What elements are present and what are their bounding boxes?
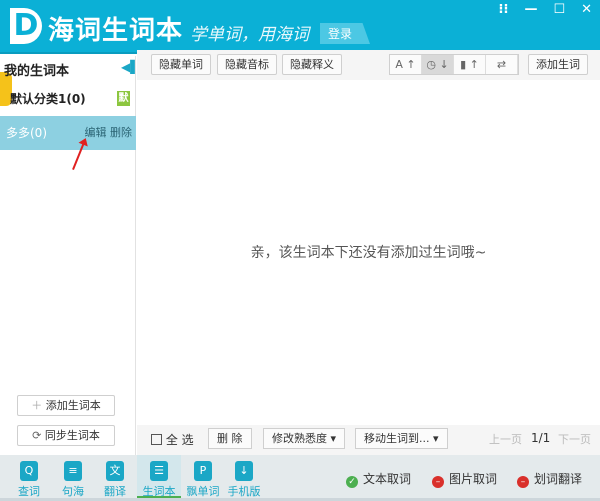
title-bar: D 海词生词本 学单词，用海词 登录 ⁝⁝ — ☐ ✕ (0, 0, 600, 54)
footer-nav: Q 查词 ≡ 句海 文翻译 ☰ 生词本 P 飘单词 ↓ 手机版 ✓ 文本取词 – 图片取词 –… (0, 455, 600, 501)
selection-translate-toggle[interactable]: – 划词翻译 (517, 470, 582, 488)
sidebar-title: 我的生词本 (4, 64, 70, 79)
minimize-icon[interactable]: — (524, 2, 537, 17)
disabled-icon: – (432, 476, 444, 488)
grid-icon[interactable]: ⁝⁝ (499, 2, 509, 17)
sidebar-item-default[interactable]: 默认分类1(0) 默 (0, 82, 136, 116)
translate-icon: 文 (106, 461, 124, 481)
delete-button[interactable]: 删 除 (208, 428, 252, 449)
plus-icon: ＋ (31, 399, 43, 412)
add-word-button[interactable]: 添加生词 (528, 54, 588, 75)
sidebar: 我的生词本 ◀▌ 默认分类1(0) 默 多多(0) 编辑 删除 ＋ 添加生词本 … (0, 56, 139, 455)
delete-link[interactable]: 删除 (110, 126, 132, 139)
disabled-icon: – (517, 476, 529, 488)
nav-mobile[interactable]: ↓ 手机版 (223, 455, 265, 498)
next-page-link[interactable]: 下一页 (558, 431, 591, 447)
nav-floating-words[interactable]: P 飘单词 (182, 455, 224, 498)
close-icon[interactable]: ✕ (581, 2, 592, 17)
wordbook-icon: ☰ (150, 461, 168, 481)
select-all-checkbox[interactable]: 全 选 (151, 431, 194, 448)
edit-link[interactable]: 编辑 (85, 126, 107, 139)
nav-lookup[interactable]: Q 查词 (8, 455, 50, 498)
page-indicator: 1/1 (531, 431, 551, 445)
sync-wordbook-button[interactable]: ⟳ 同步生词本 (17, 425, 115, 446)
nav-sentences[interactable]: ≡ 句海 (52, 455, 94, 498)
image-capture-toggle[interactable]: – 图片取词 (432, 470, 497, 488)
hide-meaning-button[interactable]: 隐藏释义 (282, 54, 342, 75)
wordbook-label: 默认分类1(0) (10, 92, 86, 106)
default-badge: 默 (117, 91, 130, 106)
wordbook-label: 多多(0) (6, 126, 47, 140)
app-title: 海词生词本 (48, 16, 184, 46)
prev-page-link[interactable]: 上一页 (489, 431, 522, 447)
check-icon: ✓ (346, 476, 358, 488)
hide-word-button[interactable]: 隐藏单词 (151, 54, 211, 75)
floating-words-icon: P (194, 461, 212, 481)
mobile-icon: ↓ (235, 461, 253, 481)
sort-group: A ↑ ◷ ↓ ▮ ↑ ⇄ (389, 54, 519, 75)
bottom-bar: 全 选 删 除 修改熟悉度 ▾ 移动生词到... ▾ 上一页 1/1 下一页 (137, 425, 600, 455)
nav-wordbook[interactable]: ☰ 生词本 (137, 455, 181, 498)
text-capture-toggle[interactable]: ✓ 文本取词 (346, 470, 411, 488)
sort-alpha-button[interactable]: A ↑ (390, 55, 422, 74)
shuffle-button[interactable]: ⇄ (486, 55, 518, 74)
sidebar-item-duoduo[interactable]: 多多(0) 编辑 删除 (0, 116, 136, 150)
sort-familiarity-button[interactable]: ▮ ↑ (454, 55, 486, 74)
toolbar: 隐藏单词 隐藏音标 隐藏释义 A ↑ ◷ ↓ ▮ ↑ ⇄ 添加生词 (137, 50, 600, 80)
nav-translate[interactable]: 文翻译 (94, 455, 136, 498)
empty-message: 亲，该生词本下还没有添加过生词哦~ (250, 245, 487, 261)
search-icon: Q (20, 461, 38, 481)
sync-icon: ⟳ (32, 429, 42, 442)
familiarity-dropdown[interactable]: 修改熟悉度 ▾ (263, 428, 346, 449)
slogan: 学单词，用海词 (190, 25, 309, 45)
hide-phonetic-button[interactable]: 隐藏音标 (217, 54, 277, 75)
sort-time-button[interactable]: ◷ ↓ (422, 55, 454, 74)
add-wordbook-button[interactable]: ＋ 添加生词本 (17, 395, 115, 416)
maximize-icon[interactable]: ☐ (553, 2, 565, 17)
document-icon: ≡ (64, 461, 82, 481)
logo: D (10, 8, 42, 44)
login-button[interactable]: 登录 (320, 23, 371, 44)
move-words-dropdown[interactable]: 移动生词到... ▾ (355, 428, 448, 449)
